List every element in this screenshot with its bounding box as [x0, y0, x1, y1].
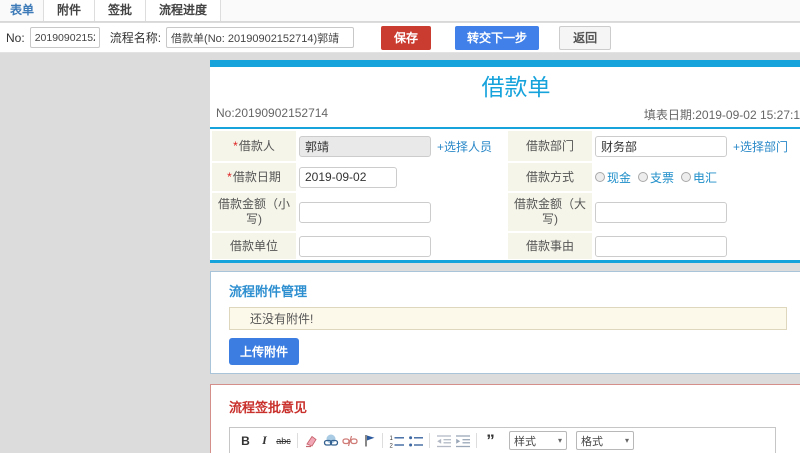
form-fill-date: 填表日期:2019-09-02 15:27:1 — [643, 108, 800, 122]
radio-cheque-label[interactable]: 支票 — [650, 169, 674, 186]
bold-icon[interactable]: B — [237, 432, 254, 449]
borrow-date-label: * 借款日期 — [212, 163, 296, 191]
signoff-section: 流程签批意见 B I abc 1 2 ” 样式 ▾ 格式 ▾ — [210, 384, 800, 453]
forward-next-button[interactable]: 转交下一步 — [455, 25, 540, 50]
unit-label: 借款单位 — [212, 233, 296, 259]
form-row-4: 借款单位 借款事由 — [210, 232, 800, 260]
tab-attachments[interactable]: 附件 — [43, 0, 96, 21]
toolbar: No: 流程名称: 保存 转交下一步 返回 — [0, 23, 800, 53]
select-person-link[interactable]: +选择人员 — [437, 138, 492, 155]
indent-icon[interactable] — [454, 432, 471, 449]
richtext-editor: B I abc 1 2 ” 样式 ▾ 格式 ▾ — [229, 427, 776, 453]
main-panel: 借款单 No:20190902152714 填表日期:2019-09-02 15… — [210, 60, 800, 453]
amount-small-input[interactable] — [299, 201, 431, 223]
flow-name-label: 流程名称: — [109, 31, 162, 45]
format-select[interactable]: 格式 ▾ — [576, 431, 634, 450]
required-mark: * — [233, 138, 238, 153]
signoff-heading: 流程签批意见 — [229, 400, 308, 415]
upload-attachment-button[interactable]: 上传附件 — [229, 338, 300, 365]
borrower-label: * 借款人 — [212, 131, 296, 161]
form-section: 借款单 No:20190902152714 填表日期:2019-09-02 15… — [210, 67, 800, 263]
numbered-list-icon[interactable]: 12 — [388, 432, 405, 449]
radio-wire[interactable] — [681, 172, 692, 182]
amount-big-label: 借款金额（大写) — [508, 193, 592, 231]
form-row-2: * 借款日期 借款方式 现金 — [210, 162, 800, 192]
no-label: No: — [6, 30, 25, 45]
attachments-heading: 流程附件管理 — [229, 284, 308, 299]
radio-cheque[interactable] — [638, 172, 649, 182]
anchor-flag-icon[interactable] — [360, 432, 377, 449]
chevron-down-icon: ▾ — [624, 436, 629, 445]
tab-bar: 表单 附件 签批 流程进度 — [0, 0, 800, 22]
svg-text:1: 1 — [389, 436, 393, 442]
tab-progress[interactable]: 流程进度 — [145, 0, 222, 21]
back-button[interactable]: 返回 — [559, 25, 612, 50]
outdent-icon[interactable] — [435, 432, 452, 449]
strikethrough-icon[interactable]: abc — [275, 432, 292, 449]
borrow-method-label: 借款方式 — [508, 163, 592, 191]
tab-signoff[interactable]: 签批 — [94, 0, 147, 21]
no-input[interactable] — [29, 27, 100, 48]
tab-form[interactable]: 表单 — [0, 0, 44, 21]
borrower-input[interactable] — [299, 135, 431, 157]
form-meta-row: No:20190902152714 填表日期:2019-09-02 15:27:… — [210, 104, 800, 129]
form-grid: * 借款人 +选择人员 借款部门 — [210, 129, 800, 263]
amount-big-input[interactable] — [595, 201, 727, 223]
remove-format-icon[interactable] — [303, 432, 320, 449]
radio-cash-label[interactable]: 现金 — [607, 169, 631, 186]
unit-input[interactable] — [299, 235, 431, 257]
chevron-down-icon: ▾ — [557, 436, 562, 445]
toolbar-separator — [429, 433, 430, 448]
form-title: 借款单 — [481, 74, 551, 100]
panel-top-bar — [210, 60, 800, 67]
editor-toolbar: B I abc 1 2 ” 样式 ▾ 格式 ▾ — [230, 428, 775, 453]
department-input[interactable] — [595, 135, 727, 157]
screen: 表单 附件 签批 流程进度 No: 流程名称: 保存 转交下一步 返回 借款单 … — [0, 0, 800, 453]
reason-input[interactable] — [595, 235, 727, 257]
form-no-text: No:20190902152714 — [216, 106, 329, 120]
svg-text:2: 2 — [389, 443, 393, 448]
save-button[interactable]: 保存 — [381, 25, 432, 50]
bulleted-list-icon[interactable] — [407, 432, 424, 449]
styles-select[interactable]: 样式 ▾ — [509, 431, 567, 450]
attachments-empty-message: 还没有附件! — [229, 307, 787, 330]
italic-icon[interactable]: I — [256, 432, 273, 449]
form-row-3: 借款金额（小写) 借款金额（大写) — [210, 192, 800, 232]
reason-label: 借款事由 — [508, 233, 592, 259]
unlink-icon[interactable] — [341, 432, 358, 449]
toolbar-separator — [297, 433, 298, 448]
department-label: 借款部门 — [508, 131, 592, 161]
radio-wire-label[interactable]: 电汇 — [693, 169, 717, 186]
required-mark: * — [227, 169, 232, 184]
link-icon[interactable] — [322, 432, 339, 449]
select-department-link[interactable]: +选择部门 — [733, 138, 788, 155]
borrow-date-input[interactable] — [299, 166, 397, 188]
toolbar-separator — [382, 433, 383, 448]
toolbar-separator — [476, 433, 477, 448]
form-row-1: * 借款人 +选择人员 借款部门 — [210, 130, 800, 162]
blockquote-icon[interactable]: ” — [482, 432, 499, 449]
amount-small-label: 借款金额（小写) — [212, 193, 296, 231]
flow-name-input[interactable] — [166, 27, 355, 48]
attachments-section: 流程附件管理 还没有附件! 上传附件 — [210, 271, 800, 374]
radio-cash[interactable] — [595, 172, 605, 182]
